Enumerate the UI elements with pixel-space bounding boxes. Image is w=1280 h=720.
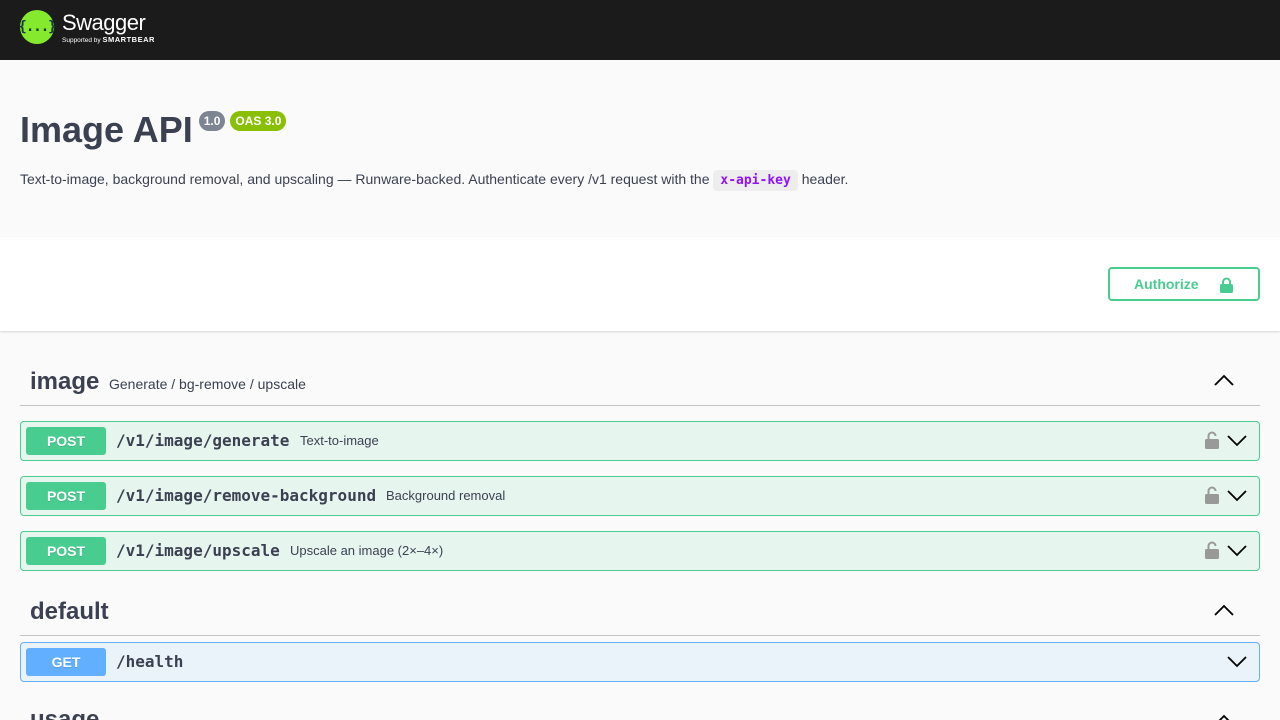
tag-usage[interactable]: usage: [20, 696, 1260, 720]
method-badge: GET: [26, 648, 106, 676]
topbar: {...} Swagger Supported by SMARTBEAR: [0, 0, 1280, 60]
tag-name: image: [30, 368, 100, 395]
chevron-down-icon[interactable]: [1227, 655, 1247, 673]
page-title: Image API: [20, 109, 193, 150]
lock-icon: [1219, 277, 1234, 296]
brand-name: Swagger: [62, 10, 146, 35]
chevron-up-icon[interactable]: [1214, 713, 1234, 720]
operation-path: /v1/image/generate: [116, 431, 290, 450]
info-section: Image API 1.0 OAS 3.0 Text-to-image, bac…: [0, 60, 1280, 237]
description-text-1: Text-to-image, background removal, and u…: [20, 171, 714, 187]
operation-summary: Upscale an image (2×–4×): [290, 543, 444, 558]
tag-name: default: [30, 598, 109, 625]
chevron-up-icon[interactable]: [1214, 373, 1234, 391]
lock-icon[interactable]: [1205, 486, 1219, 509]
operation-summary: Text-to-image: [300, 433, 379, 448]
logo-text: Swagger Supported by SMARTBEAR: [62, 10, 155, 45]
operation-post-generate[interactable]: POST /v1/image/generate Text-to-image: [20, 421, 1260, 461]
operation-summary: Background removal: [386, 488, 506, 503]
swagger-logo[interactable]: {...} Swagger Supported by SMARTBEAR: [18, 10, 155, 45]
chevron-down-icon[interactable]: [1227, 544, 1247, 562]
swagger-logo-icon: {...}: [18, 10, 57, 44]
tag-default[interactable]: default: [20, 586, 1260, 636]
authorize-label: Authorize: [1134, 276, 1199, 292]
supported-by-text: Supported by: [62, 37, 101, 44]
operation-path: /v1/image/remove-background: [116, 486, 377, 505]
lock-icon[interactable]: [1205, 541, 1219, 564]
chevron-down-icon[interactable]: [1227, 434, 1247, 452]
tag-name: usage: [30, 706, 100, 720]
lock-icon[interactable]: [1205, 431, 1219, 454]
tag-description: Generate / bg-remove / upscale: [109, 376, 306, 392]
operation-post-remove-background[interactable]: POST /v1/image/remove-background Backgro…: [20, 476, 1260, 516]
supported-by: Supported by SMARTBEAR: [62, 36, 155, 45]
chevron-down-icon[interactable]: [1227, 489, 1247, 507]
scheme-container: Authorize: [0, 237, 1280, 331]
title-row: Image API 1.0 OAS 3.0: [20, 108, 287, 152]
api-description: Text-to-image, background removal, and u…: [20, 165, 848, 195]
description-text-2: header.: [797, 171, 849, 187]
tag-image[interactable]: image Generate / bg-remove / upscale: [20, 356, 1260, 406]
operation-get-health[interactable]: GET /health: [20, 642, 1260, 682]
authorize-button[interactable]: Authorize: [1108, 267, 1260, 301]
sponsor-name: SMARTBEAR: [102, 35, 155, 44]
chevron-up-icon[interactable]: [1214, 603, 1234, 621]
version-badge: 1.0: [198, 111, 226, 131]
operation-path: /v1/image/upscale: [116, 541, 280, 560]
operation-post-upscale[interactable]: POST /v1/image/upscale Upscale an image …: [20, 531, 1260, 571]
description-code: x-api-key: [713, 170, 798, 191]
method-badge: POST: [26, 427, 106, 455]
operation-path: /health: [116, 652, 184, 671]
method-badge: POST: [26, 537, 106, 565]
oas-badge: OAS 3.0: [230, 111, 287, 131]
method-badge: POST: [26, 482, 106, 510]
